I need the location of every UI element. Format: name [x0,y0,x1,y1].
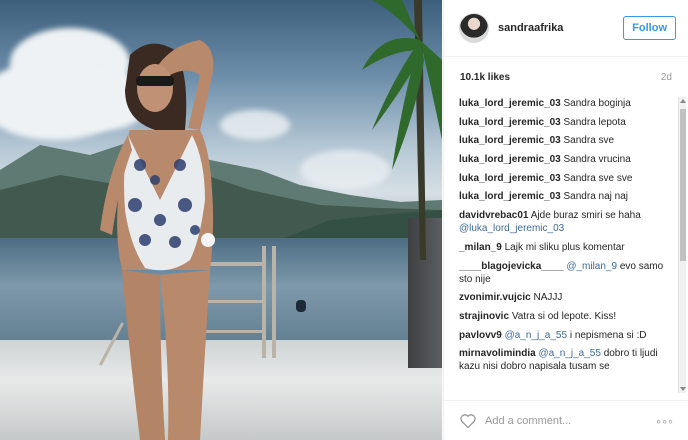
comment-text: i nepismena si :D [569,329,647,341]
comment-item: ____blagojevicka____ @_milan_9 evo samo … [459,260,672,286]
comment-item: luka_lord_jeremic_03 Sandra naj naj [459,190,672,203]
comment-username[interactable]: zvonimir.vujcic [459,292,531,303]
comments-list: luka_lord_jeremic_03 Sandra boginja luka_… [443,97,688,399]
comment-username[interactable]: luka_lord_jeremic_03 [459,154,561,165]
add-comment-input[interactable] [485,414,657,427]
comment-username[interactable]: _milan_9 [459,242,502,253]
comment-username[interactable]: pavlovv9 [459,330,502,341]
comment-item: zvonimir.vujcic NAJJJ [459,291,672,304]
comment-username[interactable]: luka_lord_jeremic_03 [459,98,561,109]
comment-text: Sandra sve sve [563,172,633,184]
comment-text: Ajde buraz smiri se haha [530,210,641,222]
model-figure [100,40,215,440]
comment-mention-link[interactable]: @luka_lord_jeremic_03 [459,223,564,234]
comment-item: strajinovic Vatra si od lepote. Kiss! [459,310,672,323]
comment-text: Sandra naj naj [563,191,629,203]
scroll-down-arrow-icon[interactable] [680,387,686,391]
scroll-thumb[interactable] [680,109,686,261]
comment-text: Sandra boginja [563,98,631,109]
avatar[interactable] [459,13,489,43]
post-stats: 10.1k likes 2d [444,57,688,97]
comment-text: NAJJJ [533,292,563,304]
add-comment-row: ◦◦◦ [443,400,688,440]
comment-username[interactable]: ____blagojevicka____ [459,261,564,272]
comment-item: luka_lord_jeremic_03 Sandra sve [459,134,672,147]
comment-text: Lajk mi sliku plus komentar [504,241,625,253]
comment-item: mirnavolimindia @a_n_j_a_55 dobro ti lju… [459,347,672,373]
comment-text: Sandra sve [563,135,615,147]
more-icon[interactable]: ◦◦◦ [656,413,674,429]
comment-item: davidvrebac01 Ajde buraz smiri se haha @… [459,209,672,235]
comment-item: luka_lord_jeremic_03 Sandra lepota [459,116,672,129]
comment-username[interactable]: mirnavolimindia [459,348,536,359]
post-header: sandraafrika Follow [444,0,688,57]
comment-mention-link[interactable]: @a_n_j_a_55 [538,348,600,359]
comment-username[interactable]: luka_lord_jeremic_03 [459,117,561,128]
comment-item: luka_lord_jeremic_03 Sandra boginja [459,97,672,110]
comment-item: luka_lord_jeremic_03 Sandra sve sve [459,172,672,185]
post-age[interactable]: 2d [661,72,672,83]
follow-button[interactable]: Follow [623,16,676,40]
post-photo[interactable] [0,0,442,440]
post-username[interactable]: sandraafrika [498,22,623,34]
comment-username[interactable]: davidvrebac01 [459,210,529,221]
scroll-up-arrow-icon[interactable] [680,99,686,103]
comment-username[interactable]: luka_lord_jeremic_03 [459,135,561,146]
comment-mention-link[interactable]: @_milan_9 [566,261,617,272]
comment-item: pavlovv9 @a_n_j_a_55 i nepismena si :D [459,329,672,342]
heart-icon[interactable] [459,413,477,429]
comment-text: Vatra si od lepote. Kiss! [511,310,617,322]
comment-item: luka_lord_jeremic_03 Sandra vrucina [459,153,672,166]
comment-username[interactable]: luka_lord_jeremic_03 [459,173,561,184]
comment-username[interactable]: strajinovic [459,311,509,322]
likes-count[interactable]: 10.1k likes [460,72,510,83]
palm-tree [362,0,442,260]
comment-text: Sandra vrucina [563,154,631,166]
comment-text: Sandra lepota [563,116,626,128]
comment-item: _milan_9 Lajk mi sliku plus komentar [459,241,672,254]
comments-scrollbar[interactable] [678,97,686,393]
comment-username[interactable]: luka_lord_jeremic_03 [459,191,561,202]
comment-mention-link[interactable]: @a_n_j_a_55 [505,330,567,341]
